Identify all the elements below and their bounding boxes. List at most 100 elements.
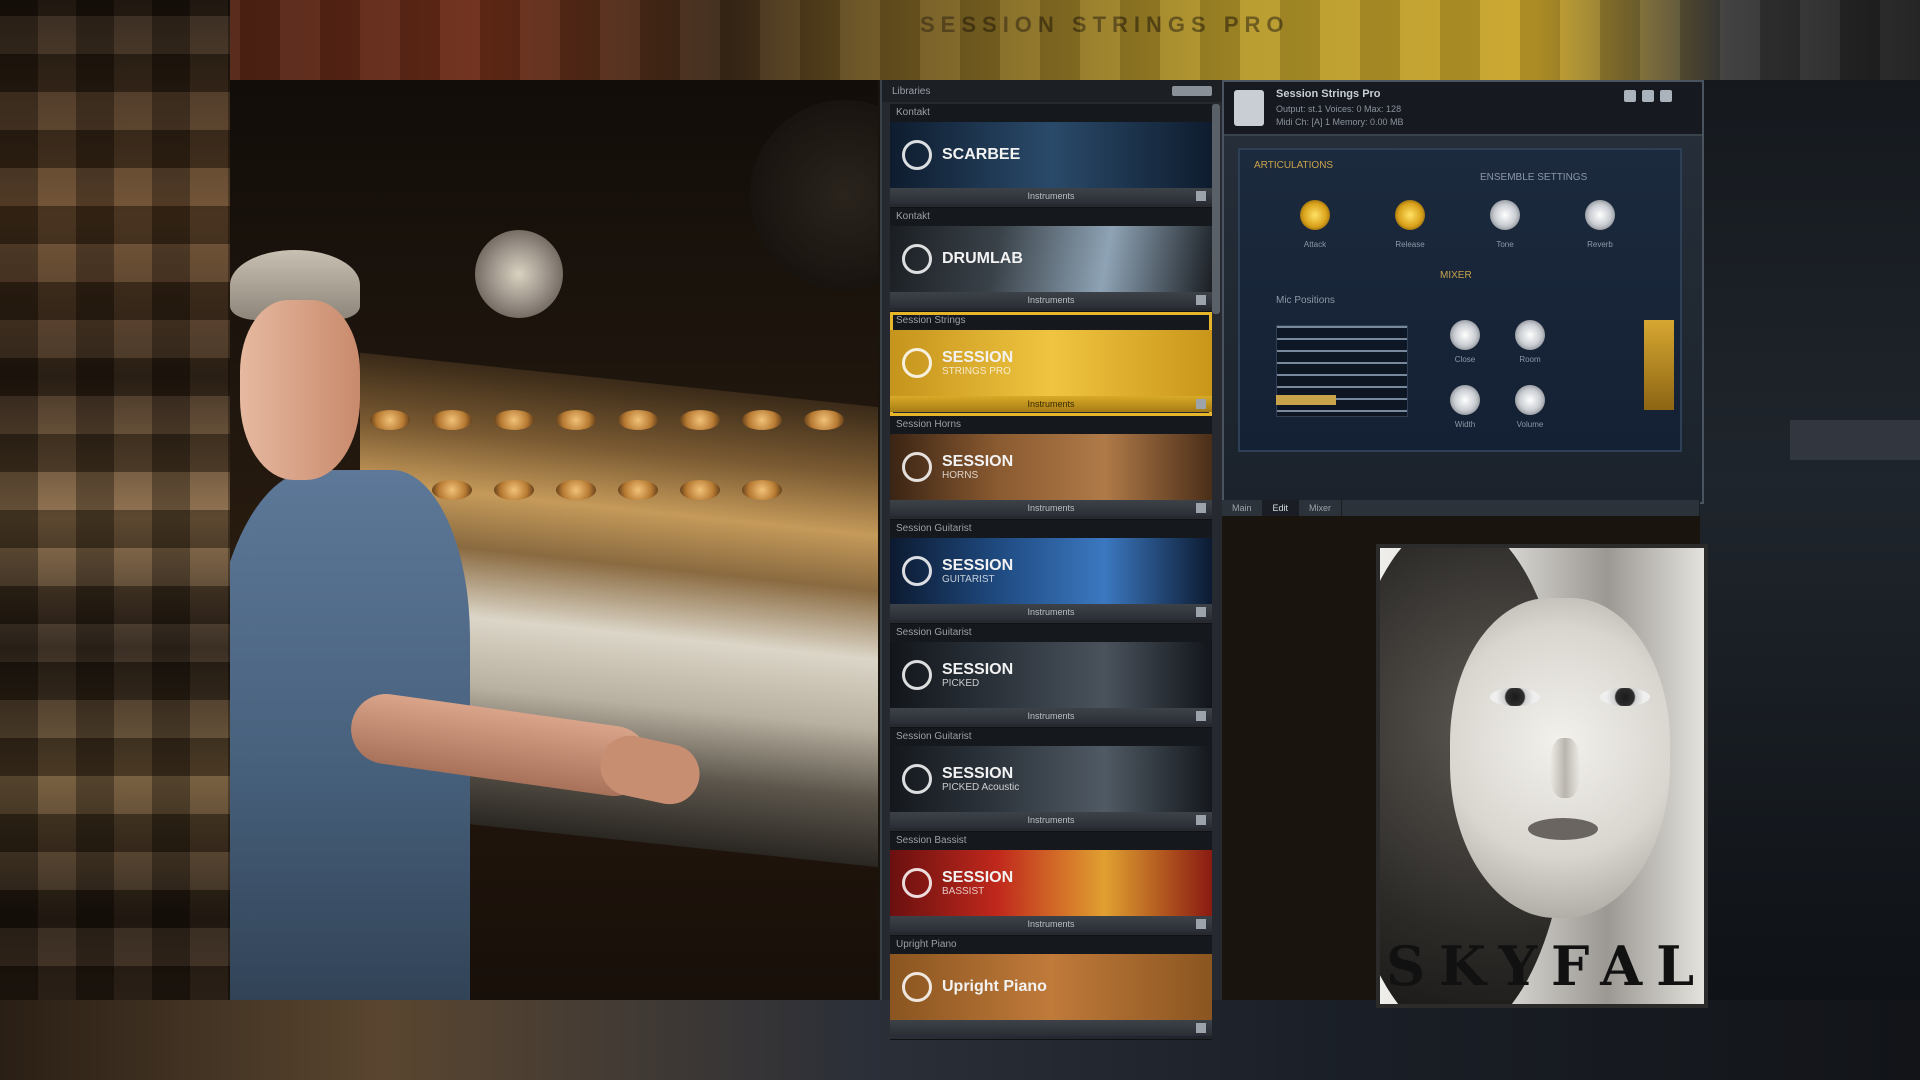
ni-logo-icon bbox=[902, 348, 932, 378]
tab-mixer[interactable]: Mixer bbox=[1299, 500, 1343, 516]
library-item-banner[interactable]: DRUMLAB bbox=[890, 226, 1212, 292]
library-item-footer[interactable]: Instruments bbox=[890, 604, 1212, 620]
release-knob[interactable] bbox=[1395, 200, 1425, 230]
library-item-footer[interactable]: Instruments bbox=[890, 708, 1212, 724]
library-item-banner[interactable]: SESSION PICKED Acoustic bbox=[890, 746, 1212, 812]
library-item-name: SCARBEE bbox=[942, 146, 1021, 163]
library-item-footer[interactable]: Instruments bbox=[890, 396, 1212, 412]
library-item-banner[interactable]: SESSION GUITARIST bbox=[890, 538, 1212, 604]
library-item-banner[interactable]: SESSION STRINGS PRO bbox=[890, 330, 1212, 396]
library-item-name: SESSION bbox=[942, 452, 1014, 470]
instrument-icon[interactable] bbox=[1234, 90, 1264, 126]
library-item-banner[interactable]: SCARBEE bbox=[890, 122, 1212, 188]
library-item[interactable]: Kontakt DRUMLAB Instruments bbox=[890, 208, 1212, 312]
tabs-spacer bbox=[1342, 500, 1700, 516]
release-label: Release bbox=[1395, 240, 1425, 249]
volume-knob[interactable] bbox=[1515, 385, 1545, 415]
mixer-title: MIXER bbox=[1440, 270, 1472, 281]
reverb-knob[interactable] bbox=[1585, 200, 1615, 230]
library-item-name: SESSION bbox=[942, 868, 1014, 886]
album-eye-right bbox=[1600, 688, 1650, 706]
expand-arrow-icon[interactable] bbox=[1196, 607, 1206, 617]
ni-logo-icon bbox=[902, 868, 932, 898]
library-item[interactable]: Session Guitarist SESSION PICKED Acoustic I… bbox=[890, 728, 1212, 832]
library-item-footer[interactable]: Instruments bbox=[890, 916, 1212, 932]
library-item-footer[interactable]: Instruments bbox=[890, 292, 1212, 308]
browser-add-button[interactable] bbox=[1172, 86, 1212, 96]
expand-arrow-icon[interactable] bbox=[1196, 815, 1206, 825]
library-item-category: Kontakt bbox=[890, 104, 1212, 122]
expand-arrow-icon[interactable] bbox=[1196, 191, 1206, 201]
library-item-footer-label: Instruments bbox=[1027, 919, 1075, 929]
browser-scrollbar[interactable] bbox=[1212, 104, 1220, 314]
width-label: Width bbox=[1454, 420, 1476, 429]
instrument-name: Session Strings Pro bbox=[1276, 88, 1381, 100]
library-item-category-label: Session Guitarist bbox=[896, 523, 972, 534]
library-item-subtitle: GUITARIST bbox=[942, 573, 995, 585]
tone-label: Tone bbox=[1496, 240, 1514, 249]
album-title: SKYFAL bbox=[1386, 934, 1708, 998]
instrument-window-controls bbox=[1624, 90, 1672, 102]
library-item-footer[interactable]: Instruments bbox=[890, 188, 1212, 204]
album-nose bbox=[1550, 738, 1580, 798]
expand-arrow-icon[interactable] bbox=[1196, 1023, 1206, 1033]
library-item[interactable]: Session Guitarist SESSION GUITARIST Instrum… bbox=[890, 520, 1212, 624]
instrument-panel: Session Strings Pro Output: st.1 Voices:… bbox=[1222, 80, 1704, 504]
room-mic-label: Room bbox=[1519, 355, 1541, 364]
library-item[interactable]: Session Horns SESSION HORNS Instruments bbox=[890, 416, 1212, 520]
expand-arrow-icon[interactable] bbox=[1196, 503, 1206, 513]
library-item[interactable]: Session Strings SESSION STRINGS PRO Instrum… bbox=[890, 312, 1212, 416]
library-item-banner[interactable]: SESSION HORNS bbox=[890, 434, 1212, 500]
engineer-face bbox=[240, 300, 360, 480]
expand-arrow-icon[interactable] bbox=[1196, 919, 1206, 929]
album-eye-left bbox=[1490, 688, 1540, 706]
ni-logo-icon bbox=[902, 452, 932, 482]
attack-label: Attack bbox=[1303, 240, 1327, 249]
library-item-category-label: Kontakt bbox=[896, 107, 930, 118]
expand-arrow-icon[interactable] bbox=[1196, 399, 1206, 409]
library-item-banner[interactable]: SESSION PICKED bbox=[890, 642, 1212, 708]
tab-edit[interactable]: Edit bbox=[1262, 500, 1300, 516]
instrument-midi-info: Midi Ch: [A] 1 Memory: 0.00 MB bbox=[1276, 117, 1404, 127]
album-lips bbox=[1528, 818, 1598, 840]
library-item-category: Session Horns bbox=[890, 416, 1212, 434]
library-item[interactable]: Upright Piano Upright Piano bbox=[890, 936, 1212, 1040]
library-item-banner[interactable]: SESSION BASSIST bbox=[890, 850, 1212, 916]
close-button[interactable] bbox=[1660, 90, 1672, 102]
background-right-panel bbox=[1700, 80, 1920, 1080]
library-item-footer[interactable] bbox=[890, 1020, 1212, 1036]
browser-header: Libraries bbox=[882, 80, 1222, 102]
engineer-figure bbox=[230, 150, 706, 1000]
width-knob[interactable] bbox=[1450, 385, 1480, 415]
room-mic-knob[interactable] bbox=[1515, 320, 1545, 350]
solo-button[interactable] bbox=[1624, 90, 1636, 102]
library-item[interactable]: Session Bassist SESSION BASSIST Instruments bbox=[890, 832, 1212, 936]
instrument-output-info: Output: st.1 Voices: 0 Max: 128 bbox=[1276, 104, 1402, 114]
library-item-footer[interactable]: Instruments bbox=[890, 812, 1212, 828]
tone-knob[interactable] bbox=[1490, 200, 1520, 230]
monitor-speaker bbox=[750, 100, 878, 290]
library-item-banner[interactable]: Upright Piano bbox=[890, 954, 1212, 1020]
ni-logo-icon bbox=[902, 660, 932, 690]
expand-arrow-icon[interactable] bbox=[1196, 295, 1206, 305]
library-item-subtitle: STRINGS PRO bbox=[942, 365, 1011, 377]
side-thumbnail[interactable] bbox=[1644, 320, 1674, 410]
expand-arrow-icon[interactable] bbox=[1196, 711, 1206, 721]
mute-button[interactable] bbox=[1642, 90, 1654, 102]
tab-main[interactable]: Main bbox=[1222, 500, 1263, 516]
mic-table-selected-row[interactable] bbox=[1276, 395, 1336, 405]
attack-knob[interactable] bbox=[1300, 200, 1330, 230]
library-item-footer[interactable]: Instruments bbox=[890, 500, 1212, 516]
library-item[interactable]: Kontakt SCARBEE Instruments bbox=[890, 104, 1212, 208]
library-item-category: Session Bassist bbox=[890, 832, 1212, 850]
library-item-category-label: Session Guitarist bbox=[896, 627, 972, 638]
close-mic-knob[interactable] bbox=[1450, 320, 1480, 350]
library-item[interactable]: Session Guitarist SESSION PICKED Instrument… bbox=[890, 624, 1212, 728]
articulations-title: ARTICULATIONS bbox=[1254, 160, 1334, 171]
library-item-category: Session Guitarist bbox=[890, 624, 1212, 642]
ni-logo-icon bbox=[902, 764, 932, 794]
close-mic-label: Close bbox=[1454, 355, 1476, 364]
library-browser: Libraries Kontakt SCARBEE Instruments Konta… bbox=[880, 80, 1222, 1040]
library-item-footer-label: Instruments bbox=[1027, 295, 1075, 305]
ni-logo-icon bbox=[902, 244, 932, 274]
